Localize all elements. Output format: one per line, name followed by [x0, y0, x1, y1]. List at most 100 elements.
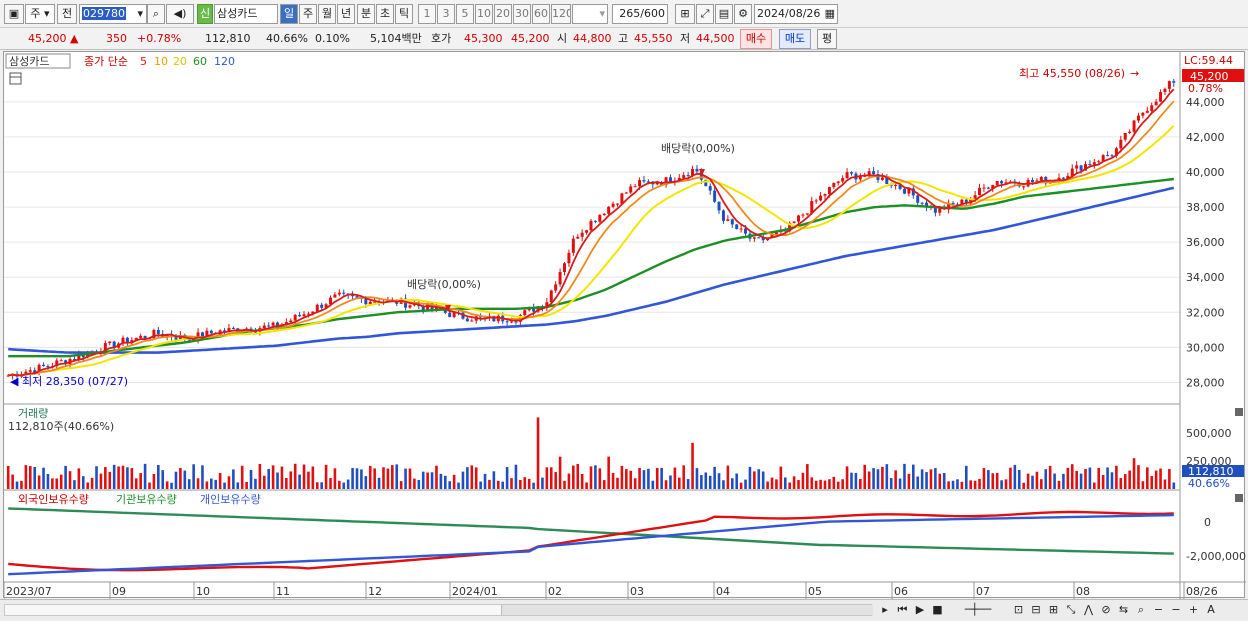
price-y-tick-label: 44,000	[1186, 96, 1225, 109]
magnifier-icon[interactable]: ⌕	[1134, 601, 1148, 619]
interval-10[interactable]: 10	[475, 4, 493, 24]
volume-bar	[1172, 482, 1176, 489]
gear-icon[interactable]: ⚙	[734, 4, 752, 24]
font-size-icon[interactable]: A	[1204, 601, 1218, 619]
price-y-tick-label: 32,000	[1186, 306, 1225, 319]
tool-icon-5[interactable]: ⋀	[1082, 601, 1096, 619]
tab-week[interactable]: 주	[299, 4, 317, 24]
holding-panel-close-icon[interactable]	[1235, 494, 1243, 502]
volume-bar	[86, 482, 89, 489]
tool-icon-6[interactable]: ⊘	[1099, 601, 1113, 619]
interval-30[interactable]: 30	[513, 4, 531, 24]
tool-icon-4[interactable]: ⤡	[1064, 601, 1078, 619]
play-icon[interactable]: ▶	[913, 601, 927, 619]
holding-tick-0: 0	[1204, 516, 1211, 529]
volume-bar	[55, 478, 59, 489]
volume-bar	[894, 470, 897, 489]
price-y-tick-label: 36,000	[1186, 236, 1225, 249]
sell-button[interactable]: 매도	[779, 29, 811, 49]
draw-tool-icon[interactable]: ⤢	[696, 4, 714, 24]
scroll-right-icon[interactable]: ▸	[878, 601, 892, 619]
volume-bar	[152, 473, 156, 489]
tab-tick[interactable]: 틱	[395, 4, 413, 24]
search-icon[interactable]: ⌕	[147, 4, 165, 24]
code-dropdown-icon[interactable]: ▾	[137, 5, 146, 23]
horizontal-scrollbar[interactable]	[4, 604, 873, 616]
volume-bar	[421, 471, 425, 489]
volume-bar	[360, 469, 363, 489]
volume-bar	[161, 470, 165, 489]
quote-open: 44,800	[573, 32, 612, 45]
volume-bar	[1084, 469, 1087, 489]
candle-body	[302, 314, 306, 317]
ma120-line	[8, 186, 1175, 354]
eval-button[interactable]: 평	[817, 29, 837, 49]
volume-bar	[925, 472, 928, 489]
type-select[interactable]: 주 ▾	[25, 4, 55, 24]
tab-minute[interactable]: 분	[357, 4, 375, 24]
volume-bar	[660, 467, 663, 489]
volume-bar	[320, 482, 323, 489]
table-icon[interactable]	[9, 72, 22, 85]
interval-3[interactable]: 3	[437, 4, 455, 24]
volume-bar	[196, 478, 200, 489]
volume-bar	[629, 470, 633, 489]
prev-button[interactable]: 전	[57, 4, 77, 24]
chart-area[interactable]: 44,000 42,000 40,000 38,000 36,000 34,000 32,0…	[3, 51, 1246, 599]
volume-bar	[1119, 478, 1123, 489]
first-page-icon[interactable]: ⏮	[896, 601, 910, 619]
zoom-in-icon[interactable]: +	[1187, 601, 1201, 619]
code-input[interactable]: 029780 ▾	[79, 4, 147, 24]
minus-icon[interactable]: −	[1169, 601, 1183, 619]
calendar-icon[interactable]: ▦	[825, 5, 837, 23]
tool-icon-1[interactable]: ⊡	[1012, 601, 1026, 619]
volume-bar	[505, 467, 509, 489]
volume-bar	[682, 465, 686, 489]
interval-120[interactable]: 120	[551, 4, 571, 24]
interval-5[interactable]: 5	[456, 4, 474, 24]
candle-body	[920, 202, 924, 204]
candle-body	[624, 192, 628, 194]
volume-bar	[700, 475, 703, 489]
tool-icon-7[interactable]: ⇆	[1117, 601, 1131, 619]
indicator-icon[interactable]: ⊞	[675, 4, 695, 24]
tool-icon-2[interactable]: ⊟	[1029, 601, 1043, 619]
volume-bar	[95, 466, 98, 489]
scroll-thumb[interactable]	[501, 605, 873, 615]
volume-bar	[770, 477, 774, 489]
tool-icon-3[interactable]: ⊞	[1047, 601, 1061, 619]
volume-bar	[1079, 473, 1083, 489]
volume-bar	[545, 467, 549, 489]
tab-day[interactable]: 일	[280, 4, 298, 24]
custom-interval-input[interactable]: ▾	[572, 4, 608, 24]
interval-60[interactable]: 60	[532, 4, 550, 24]
price-y-ticks: 44,000 42,000 40,000 38,000 36,000 34,000 32,0…	[1186, 96, 1225, 390]
volume-bar	[170, 482, 173, 489]
volume-bar	[625, 469, 628, 489]
tab-year[interactable]: 년	[337, 4, 355, 24]
interval-20[interactable]: 20	[494, 4, 512, 24]
volume-bar	[1168, 469, 1171, 489]
volume-bar	[806, 464, 809, 489]
volume-bar	[1022, 482, 1025, 489]
zoom-slider[interactable]: ─┼──	[948, 601, 1008, 619]
tab-month[interactable]: 월	[318, 4, 336, 24]
tab-second[interactable]: 초	[376, 4, 394, 24]
count-field[interactable]: 265/600	[612, 4, 668, 24]
interval-1[interactable]: 1	[418, 4, 436, 24]
buy-button[interactable]: 매수	[740, 29, 772, 49]
volume-panel-close-icon[interactable]	[1235, 408, 1243, 416]
save-icon[interactable]: ▤	[715, 4, 733, 24]
date-input[interactable]: 2024/08/26 ▦	[754, 4, 838, 24]
candle-body	[1136, 115, 1140, 121]
volume-bar	[761, 471, 765, 489]
volume-bar	[37, 475, 41, 489]
volume-bar	[642, 470, 646, 489]
volume-bar	[594, 465, 597, 489]
speaker-icon[interactable]: ◀)	[166, 4, 194, 24]
stop-icon[interactable]: ■	[931, 601, 945, 619]
volume-bar	[744, 479, 747, 489]
zoom-out-icon[interactable]: −	[1152, 601, 1166, 619]
volume-bar	[6, 465, 10, 489]
window-menu-icon[interactable]: ▣	[4, 4, 24, 24]
